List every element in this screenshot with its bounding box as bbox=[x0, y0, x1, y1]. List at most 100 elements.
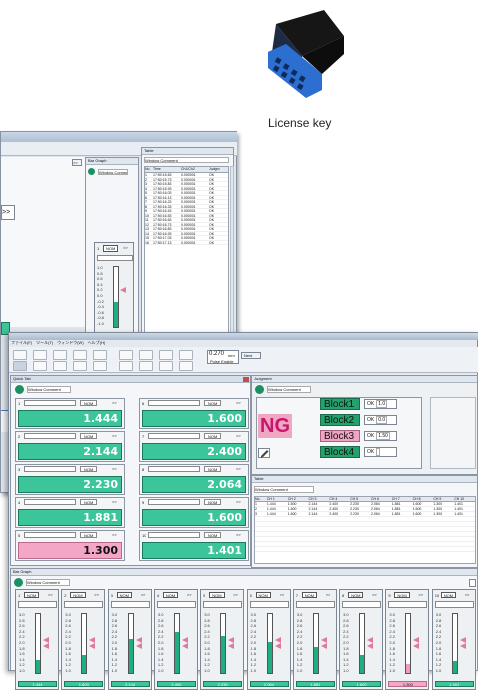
reader-nom[interactable]: NOM bbox=[80, 433, 98, 439]
reader-arrows[interactable]: >> bbox=[236, 499, 241, 504]
reader-arrows[interactable]: >> bbox=[236, 433, 241, 438]
bar-nom[interactable]: NOM bbox=[70, 592, 86, 598]
quick-close-icon[interactable] bbox=[243, 377, 249, 382]
bar-field bbox=[110, 601, 150, 608]
bar-nom[interactable]: NOM bbox=[440, 592, 457, 598]
expand-icon[interactable] bbox=[179, 350, 193, 360]
bar-arrows[interactable]: >> bbox=[326, 592, 331, 597]
reader-arrows[interactable]: >> bbox=[112, 400, 117, 405]
bar-arrows[interactable]: >> bbox=[141, 592, 146, 597]
camera-icon[interactable] bbox=[93, 361, 107, 371]
edit-icon[interactable] bbox=[258, 448, 270, 458]
bar-arrows[interactable]: >> bbox=[372, 592, 377, 597]
reader-arrows[interactable]: >> bbox=[112, 499, 117, 504]
bar-arrows[interactable]: >> bbox=[233, 592, 238, 597]
menu-item[interactable]: ヘルプ(H) bbox=[88, 340, 106, 345]
reader-nom[interactable]: NOM bbox=[80, 466, 98, 472]
table-cell: 0.000001 bbox=[181, 227, 196, 231]
reader-nom[interactable]: NOM bbox=[204, 433, 222, 439]
block-ok-field[interactable]: OK 0.0 bbox=[364, 415, 397, 425]
power-icon[interactable] bbox=[13, 350, 27, 360]
bar-nom[interactable]: NOM bbox=[116, 592, 132, 598]
table-cell: 17:50:16.03 bbox=[153, 191, 172, 195]
play-icon[interactable] bbox=[14, 578, 23, 587]
bars-icon[interactable] bbox=[159, 350, 173, 360]
copy-icon[interactable] bbox=[53, 350, 67, 360]
bar-scroll-icon[interactable] bbox=[469, 579, 476, 587]
reader-value: 1.444 bbox=[18, 410, 122, 427]
bar-arrows[interactable]: >> bbox=[280, 592, 285, 597]
stop-icon[interactable] bbox=[13, 361, 27, 371]
bar-arrows[interactable]: >> bbox=[94, 592, 99, 597]
export-icon[interactable] bbox=[73, 350, 87, 360]
settings-icon[interactable] bbox=[93, 350, 107, 360]
reader-nom[interactable]: NOM bbox=[204, 532, 222, 538]
save-icon[interactable] bbox=[33, 350, 47, 360]
table-cell: 1.600 bbox=[412, 502, 422, 506]
layout-icon[interactable] bbox=[53, 361, 67, 371]
play-icon[interactable] bbox=[255, 385, 264, 394]
record-icon[interactable] bbox=[33, 361, 47, 371]
bar-nom[interactable]: NOM bbox=[24, 592, 40, 598]
bar-nom[interactable]: NOM bbox=[209, 592, 225, 598]
chart-icon[interactable] bbox=[139, 350, 153, 360]
bar-id: 8 bbox=[342, 593, 345, 598]
bar-arrows[interactable]: >> bbox=[418, 592, 423, 597]
table-cell: 14 bbox=[145, 231, 149, 236]
reader-nom[interactable]: NOM bbox=[204, 499, 222, 505]
reader-arrows[interactable]: >> bbox=[236, 532, 241, 537]
limit-marker-icon bbox=[274, 642, 281, 649]
reader-nom[interactable]: NOM bbox=[204, 400, 222, 406]
bar-nom[interactable]: NOM bbox=[301, 592, 318, 598]
graph-icon[interactable] bbox=[159, 361, 173, 371]
panel-icon[interactable] bbox=[119, 361, 133, 371]
scale-tick: -1.0 bbox=[97, 320, 104, 326]
reader-arrows[interactable]: >> bbox=[236, 466, 241, 471]
refresh-icon[interactable] bbox=[73, 361, 87, 371]
menu-item[interactable]: ツール(T) bbox=[36, 340, 53, 345]
back-gauge-arrows[interactable]: >> bbox=[123, 245, 128, 250]
table-cell: OK bbox=[209, 182, 215, 186]
reader-nom[interactable]: NOM bbox=[80, 532, 98, 538]
play-icon[interactable] bbox=[88, 168, 95, 175]
block-ok-field[interactable]: OK 1.50 bbox=[364, 431, 397, 441]
menu-item[interactable]: ファイル(F) bbox=[11, 340, 32, 345]
tile-icon[interactable] bbox=[179, 361, 193, 371]
bar-gauge: 8 NOM >> 3.0 2.8 2.6 2.4 2.2 2.0 1.8 1.6 1.4 1.2 1.0 1… bbox=[339, 589, 384, 690]
reader-nom[interactable]: NOM bbox=[80, 499, 98, 505]
reader-arrows[interactable]: >> bbox=[112, 532, 117, 537]
bar-nom[interactable]: NOM bbox=[394, 592, 410, 598]
bar-arrows[interactable]: >> bbox=[48, 592, 53, 597]
back-expand-button-large[interactable]: >> bbox=[1, 205, 15, 220]
table-cell: 2.400 bbox=[329, 507, 339, 511]
back-gauge-nom[interactable]: NOM bbox=[103, 245, 119, 252]
bar-scale: 3.0 2.8 2.6 2.4 2.2 2.0 1.8 1.6 1.4 1.2 1.0 bbox=[19, 612, 31, 674]
bar-fill bbox=[128, 639, 133, 673]
block-ok-field[interactable]: OK 1.0 bbox=[364, 399, 397, 409]
play-icon[interactable] bbox=[15, 385, 24, 394]
bar-arrows[interactable]: >> bbox=[187, 592, 192, 597]
bar-nom[interactable]: NOM bbox=[162, 592, 179, 598]
table-header-cell: CH 6 bbox=[370, 497, 379, 501]
reader-arrows[interactable]: >> bbox=[236, 400, 241, 405]
bar-arrows[interactable]: >> bbox=[465, 592, 470, 597]
bar-nom[interactable]: NOM bbox=[348, 592, 364, 598]
block-ok-value bbox=[376, 448, 381, 456]
block-indicator: Block1 bbox=[320, 398, 360, 410]
table-cell: 1.600 bbox=[287, 512, 297, 516]
reader-nom[interactable]: NOM bbox=[204, 466, 222, 472]
reader-arrows[interactable]: >> bbox=[112, 466, 117, 471]
table-cell: 2.144 bbox=[308, 507, 318, 511]
toolbar-next-button[interactable]: Next bbox=[241, 352, 261, 359]
reader-arrows[interactable]: >> bbox=[112, 433, 117, 438]
bar-nom[interactable]: NOM bbox=[255, 592, 271, 598]
table-cell: 2.144 bbox=[308, 502, 318, 506]
grid-icon[interactable] bbox=[119, 350, 133, 360]
window-icon[interactable] bbox=[139, 361, 153, 371]
bar-id: 1 bbox=[18, 593, 21, 598]
menu-item[interactable]: ウィンドウ(W) bbox=[57, 340, 83, 345]
back-expand-button[interactable]: >> bbox=[72, 159, 82, 166]
back-table-scrollbar[interactable] bbox=[230, 166, 234, 348]
block-ok-field[interactable]: OK bbox=[364, 447, 397, 457]
reader-nom[interactable]: NOM bbox=[80, 400, 98, 406]
